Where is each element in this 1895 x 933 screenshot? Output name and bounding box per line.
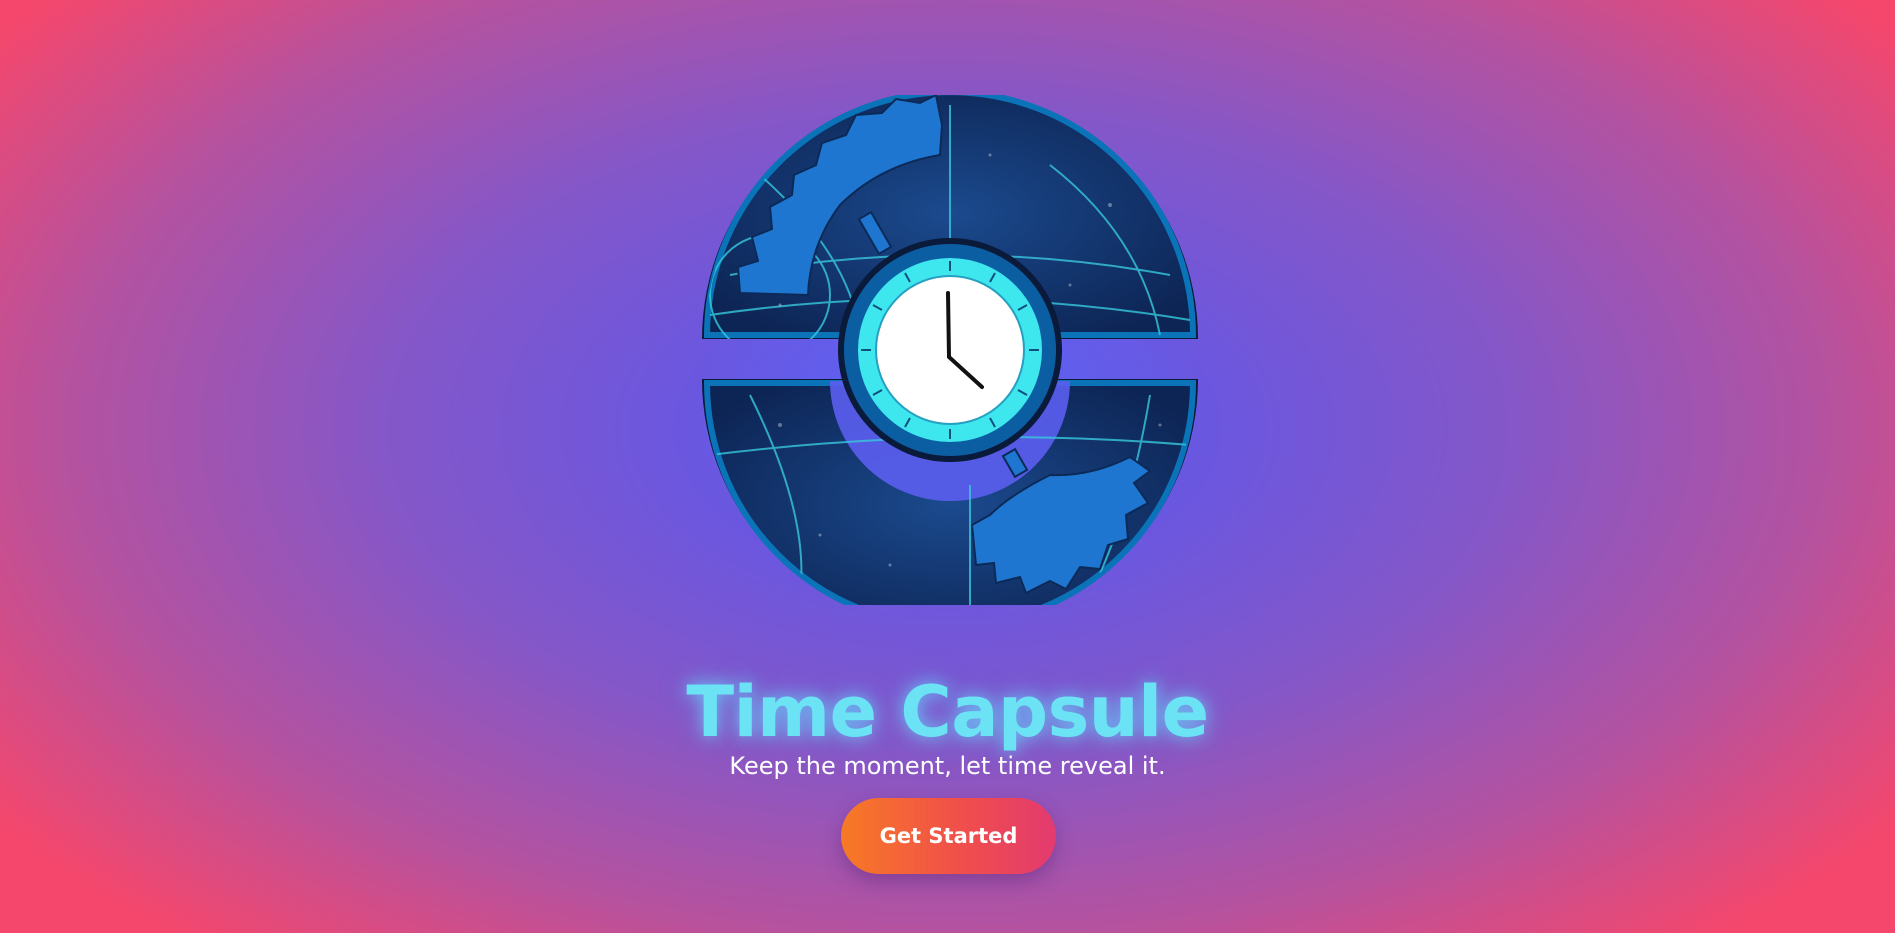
clock-capsule-icon bbox=[700, 95, 1200, 605]
clock-face bbox=[838, 238, 1062, 462]
time-capsule-logo bbox=[690, 95, 1210, 605]
app-tagline: Keep the moment, let time reveal it. bbox=[729, 752, 1166, 780]
app-title: Time Capsule bbox=[686, 670, 1209, 753]
get-started-button[interactable]: Get Started bbox=[841, 798, 1056, 874]
